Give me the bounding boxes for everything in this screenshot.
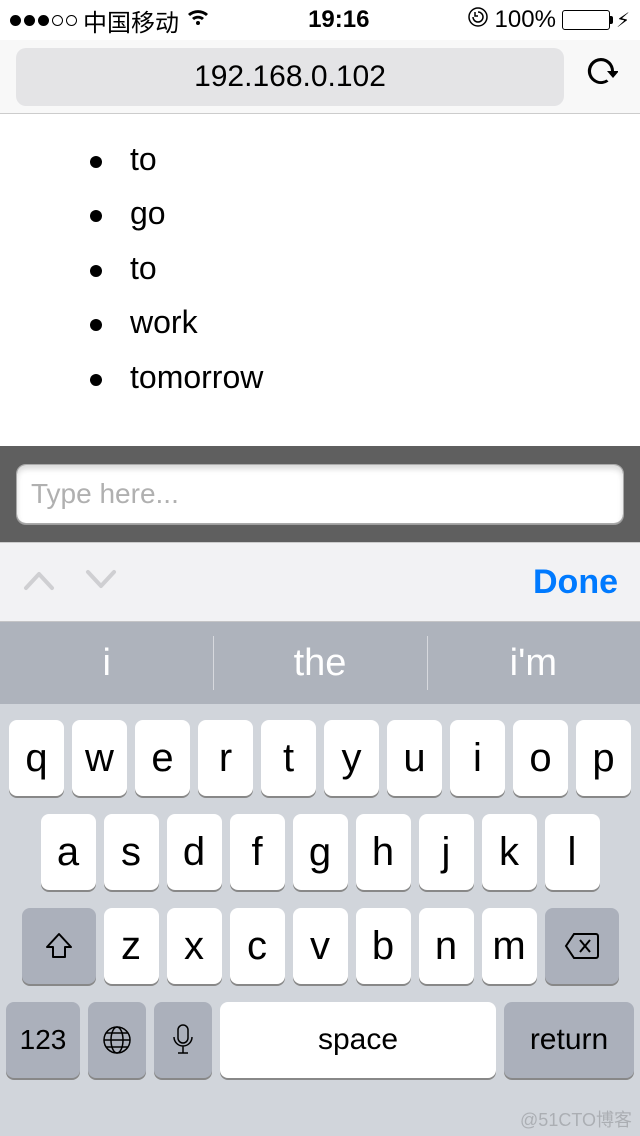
watermark: @51CTO博客 [520, 1106, 632, 1132]
reload-button[interactable] [578, 54, 624, 99]
status-time: 19:16 [308, 6, 369, 34]
carrier-label: 中国移动 [83, 3, 179, 38]
key-l[interactable]: l [545, 814, 600, 890]
keyboard-suggestions: i the i'm [0, 622, 640, 704]
key-i[interactable]: i [450, 720, 505, 796]
key-g[interactable]: g [293, 814, 348, 890]
word-list: to go to work tomorrow [90, 132, 640, 404]
done-button[interactable]: Done [533, 563, 618, 602]
list-item: go [90, 186, 640, 240]
return-key[interactable]: return [504, 1002, 634, 1078]
input-assist-bar: Done [0, 542, 640, 622]
signal-strength-icon [10, 15, 77, 26]
key-j[interactable]: j [419, 814, 474, 890]
key-h[interactable]: h [356, 814, 411, 890]
key-q[interactable]: q [9, 720, 64, 796]
next-field-button[interactable] [84, 568, 118, 597]
status-right: 100% ⚡︎ [467, 6, 630, 35]
input-band [0, 446, 640, 542]
key-m[interactable]: m [482, 908, 537, 984]
list-item: tomorrow [90, 350, 640, 404]
status-left: 中国移动 [10, 3, 211, 38]
browser-url-bar: 192.168.0.102 [0, 40, 640, 114]
battery-pct-label: 100% [495, 6, 556, 34]
key-c[interactable]: c [230, 908, 285, 984]
text-input[interactable] [16, 464, 624, 524]
key-u[interactable]: u [387, 720, 442, 796]
key-r[interactable]: r [198, 720, 253, 796]
key-b[interactable]: b [356, 908, 411, 984]
key-k[interactable]: k [482, 814, 537, 890]
key-d[interactable]: d [167, 814, 222, 890]
key-e[interactable]: e [135, 720, 190, 796]
key-o[interactable]: o [513, 720, 568, 796]
key-s[interactable]: s [104, 814, 159, 890]
suggestion-2[interactable]: the [213, 622, 426, 704]
key-n[interactable]: n [419, 908, 474, 984]
globe-key[interactable] [88, 1002, 146, 1078]
battery-icon [562, 10, 610, 30]
key-w[interactable]: w [72, 720, 127, 796]
wifi-icon [185, 6, 211, 34]
space-key[interactable]: space [220, 1002, 496, 1078]
list-item: to [90, 132, 640, 186]
key-z[interactable]: z [104, 908, 159, 984]
suggestion-1[interactable]: i [0, 622, 213, 704]
backspace-key[interactable] [545, 908, 619, 984]
list-item: work [90, 295, 640, 349]
key-a[interactable]: a [41, 814, 96, 890]
key-y[interactable]: y [324, 720, 379, 796]
url-field[interactable]: 192.168.0.102 [16, 48, 564, 106]
numbers-key[interactable]: 123 [6, 1002, 80, 1078]
suggestion-3[interactable]: i'm [427, 622, 640, 704]
key-f[interactable]: f [230, 814, 285, 890]
status-bar: 中国移动 19:16 100% ⚡︎ [0, 0, 640, 40]
key-p[interactable]: p [576, 720, 631, 796]
keyboard: q w e r t y u i o p a s d f g h j k l z … [0, 704, 640, 1136]
key-t[interactable]: t [261, 720, 316, 796]
url-text: 192.168.0.102 [194, 60, 386, 94]
prev-field-button[interactable] [22, 568, 56, 597]
list-item: to [90, 241, 640, 295]
page-content: to go to work tomorrow [0, 114, 640, 404]
dictation-key[interactable] [154, 1002, 212, 1078]
shift-key[interactable] [22, 908, 96, 984]
rotation-lock-icon [467, 6, 489, 35]
key-x[interactable]: x [167, 908, 222, 984]
charging-icon: ⚡︎ [616, 8, 630, 33]
key-v[interactable]: v [293, 908, 348, 984]
